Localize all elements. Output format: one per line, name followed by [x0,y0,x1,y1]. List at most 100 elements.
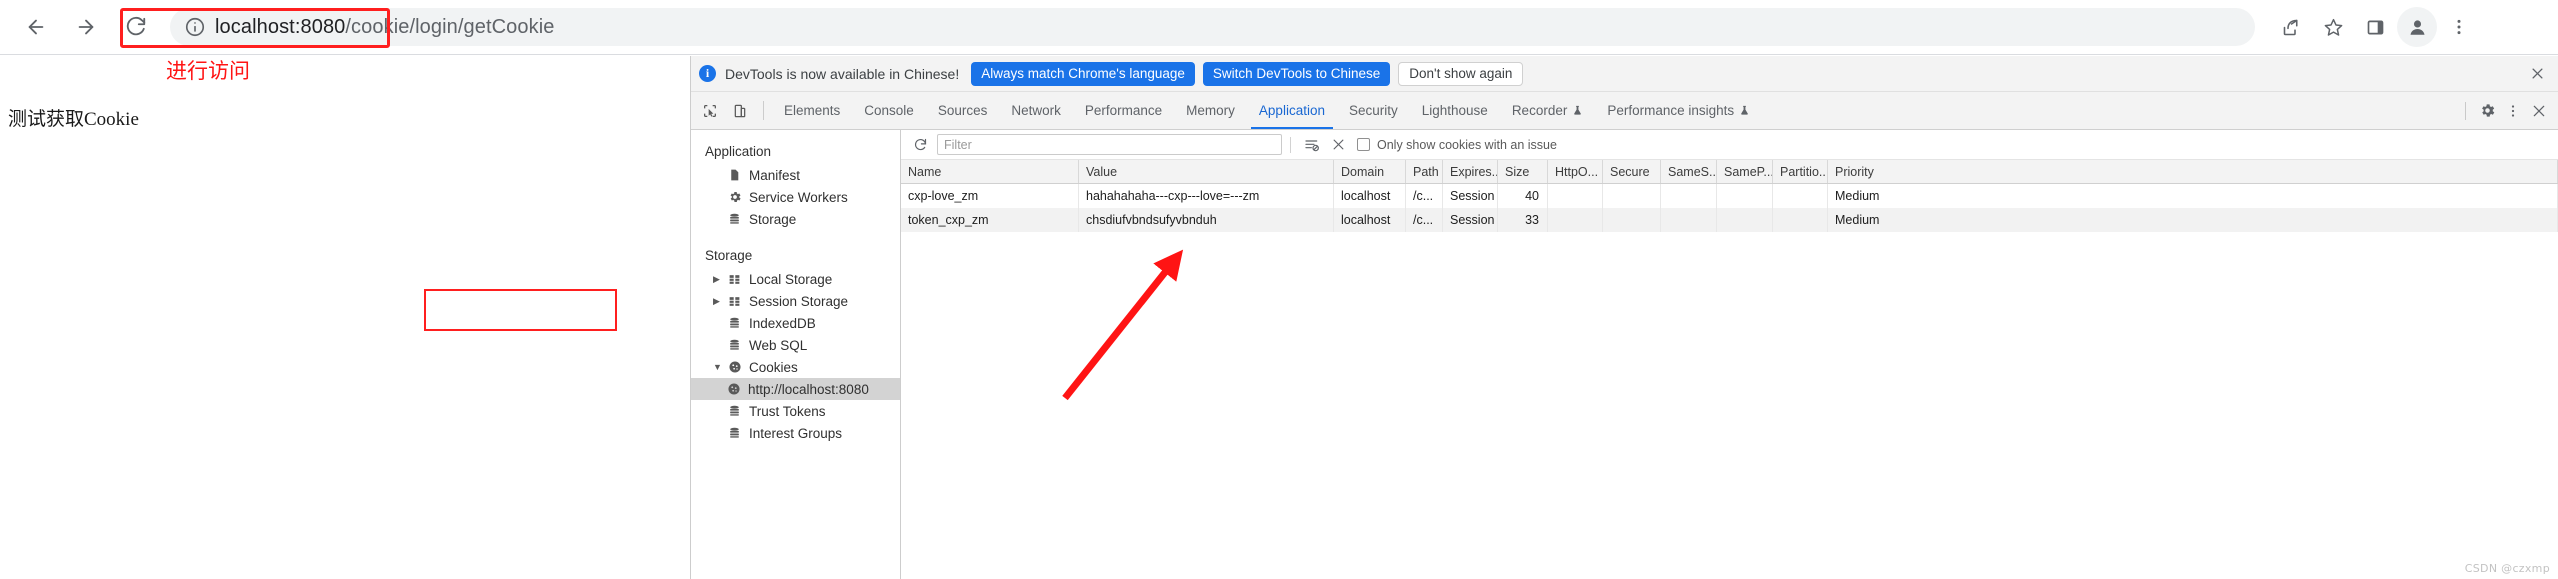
tab-sources[interactable]: Sources [926,92,1000,129]
site-info-icon[interactable] [184,16,206,38]
dont-show-again-button[interactable]: Don't show again [1398,61,1524,86]
refresh-cookies-button[interactable] [907,133,933,157]
tab-label: Application [1258,103,1325,118]
table-glyph [729,274,740,284]
reload-icon [126,16,146,36]
column-header-expires[interactable]: Expires.. [1443,160,1498,183]
flask-icon [1574,105,1582,115]
tab-console[interactable]: Console [852,92,926,129]
cell-value: chsdiufvbndsufyvbnduh [1079,208,1334,232]
filter-placeholder-text: Filter [944,137,972,152]
sidebar-item-cookie-origin[interactable]: http://localhost:8080 [691,378,900,400]
cookie-pane: Filter Only show cookies with an issue N… [901,130,2558,579]
column-header-priority[interactable]: Priority [1828,160,2558,183]
tab-network[interactable]: Network [999,92,1073,129]
column-header-name[interactable]: Name [901,160,1079,183]
column-header-value[interactable]: Value [1079,160,1334,183]
cell-sameparty [1717,208,1773,232]
database-glyph [730,317,739,328]
inspect-element-button[interactable] [695,92,725,129]
chrome-menu-button[interactable] [2439,7,2479,47]
address-host: localhost:8080 [215,15,346,38]
tab-actions-divider [2465,101,2466,120]
column-header-httponly[interactable]: HttpO... [1548,160,1603,183]
document-icon [726,168,743,182]
cell-secure [1603,208,1661,232]
tab-application[interactable]: Application [1247,92,1337,129]
cell-size: 40 [1498,184,1548,208]
sidebar-item-cookies[interactable]: ▼ Cookies [691,356,900,378]
column-header-size[interactable]: Size [1498,160,1548,183]
devtools-language-banner: i DevTools is now available in Chinese! … [691,56,2558,92]
address-bar[interactable]: localhost:8080/cookie/login/getCookie [170,8,2255,46]
tab-label: Performance insights [1607,103,1735,118]
cell-partition [1773,208,1828,232]
devtools-more-button[interactable] [2500,98,2526,124]
sidebar-item-indexeddb[interactable]: IndexedDB [691,312,900,334]
device-toolbar-button[interactable] [725,92,755,129]
cookie-table: Name Value Domain Path Expires.. Size Ht… [901,160,2558,579]
cell-expires: Session [1443,184,1498,208]
sidebar-item-label: Manifest [749,167,801,183]
forward-button[interactable] [66,7,106,47]
clear-filter-button[interactable] [1299,133,1325,157]
address-path: /cookie/login/getCookie [345,15,555,38]
profile-button[interactable] [2397,7,2437,47]
sidebar-item-label: Cookies [749,359,798,375]
database-icon [726,404,743,418]
sidebar-item-local-storage[interactable]: ▶ Local Storage [691,268,900,290]
tab-performance-insights[interactable]: Performance insights [1595,92,1762,129]
always-match-language-button[interactable]: Always match Chrome's language [971,61,1195,86]
banner-close-button[interactable] [2524,61,2550,87]
tab-elements[interactable]: Elements [772,92,852,129]
sidebar-item-trust-tokens[interactable]: Trust Tokens [691,400,900,422]
flask-icon [1741,105,1748,115]
filter-input[interactable]: Filter [937,134,1282,155]
tab-bar-divider [763,101,764,120]
chevron-right-icon[interactable]: ▶ [713,296,725,307]
column-header-samesite[interactable]: SameS... [1661,160,1717,183]
sidebar-item-label: Web SQL [749,337,808,353]
sidebar-item-web-sql[interactable]: Web SQL [691,334,900,356]
sidebar-item-storage[interactable]: Storage [691,208,900,230]
switch-language-button[interactable]: Switch DevTools to Chinese [1202,61,1391,86]
devtools-close-button[interactable] [2526,98,2552,124]
column-header-secure[interactable]: Secure [1603,160,1661,183]
tab-label: Network [1011,103,1061,118]
column-header-path[interactable]: Path [1406,160,1443,183]
kebab-menu-icon [2457,19,2461,35]
chevron-down-icon[interactable]: ▼ [713,362,725,372]
tab-performance[interactable]: Performance [1073,92,1174,129]
cell-size: 33 [1498,208,1548,232]
sidebar-item-label: Session Storage [749,293,849,309]
table-row[interactable]: cxp-love_zm hahahahaha---cxp---love=---z… [901,184,2558,208]
reload-button[interactable] [116,7,156,47]
tab-lighthouse[interactable]: Lighthouse [1410,92,1500,129]
database-icon [726,212,743,226]
bookmark-button[interactable] [2313,7,2353,47]
tab-security[interactable]: Security [1337,92,1410,129]
column-header-sameparty[interactable]: SameP... [1717,160,1773,183]
sidebar-item-interest-groups[interactable]: Interest Groups [691,422,900,444]
share-icon [2283,19,2298,35]
sidebar-item-service-workers[interactable]: Service Workers [691,186,900,208]
checkbox-box[interactable] [1357,138,1370,151]
sidebar-item-label: Interest Groups [749,425,843,441]
column-header-domain[interactable]: Domain [1334,160,1406,183]
column-header-partition[interactable]: Partitio.. [1773,160,1828,183]
side-panel-button[interactable] [2355,7,2395,47]
toolbar-divider [1290,136,1291,153]
table-icon [726,273,743,286]
tab-memory[interactable]: Memory [1174,92,1247,129]
devtools-settings-button[interactable] [2474,98,2500,124]
only-issues-checkbox[interactable]: Only show cookies with an issue [1357,138,1557,152]
annotation-url-label: 进行访问 [166,59,250,83]
clear-all-cookies-button[interactable] [1325,133,1351,157]
table-row[interactable]: token_cxp_zm chsdiufvbndsufyvbnduh local… [901,208,2558,232]
share-button[interactable] [2271,7,2311,47]
chevron-right-icon[interactable]: ▶ [713,274,725,285]
sidebar-item-manifest[interactable]: Manifest [691,164,900,186]
back-button[interactable] [16,7,56,47]
sidebar-item-session-storage[interactable]: ▶ Session Storage [691,290,900,312]
tab-recorder[interactable]: Recorder [1500,92,1596,129]
